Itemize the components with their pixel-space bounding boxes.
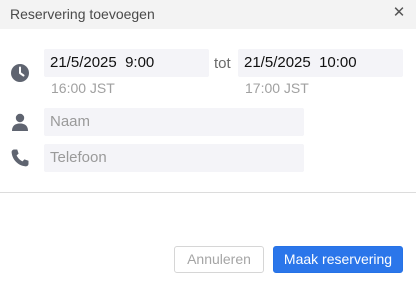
make-reservation-button[interactable]: Maak reservering	[273, 246, 403, 273]
phone-input[interactable]: Telefoon	[44, 144, 304, 172]
start-datetime-input[interactable]: 21/5/2025 9:00	[44, 49, 209, 77]
range-separator: tot	[214, 55, 231, 72]
person-icon	[10, 112, 30, 132]
name-input[interactable]: Naam	[44, 108, 304, 136]
phone-icon	[10, 148, 30, 168]
start-timezone-label: 16:00 JST	[51, 80, 115, 96]
footer-divider	[0, 192, 416, 193]
cancel-button[interactable]: Annuleren	[174, 246, 264, 273]
dialog-title: Reservering toevoegen	[10, 6, 155, 22]
end-timezone-label: 17:00 JST	[245, 80, 309, 96]
add-reservation-dialog: Reservering toevoegen ✕ 21/5/2025 9:00 t…	[0, 0, 416, 288]
clock-icon	[10, 63, 30, 83]
end-datetime-input[interactable]: 21/5/2025 10:00	[238, 49, 403, 77]
dialog-titlebar: Reservering toevoegen ✕	[0, 0, 416, 29]
close-icon[interactable]: ✕	[392, 5, 406, 21]
